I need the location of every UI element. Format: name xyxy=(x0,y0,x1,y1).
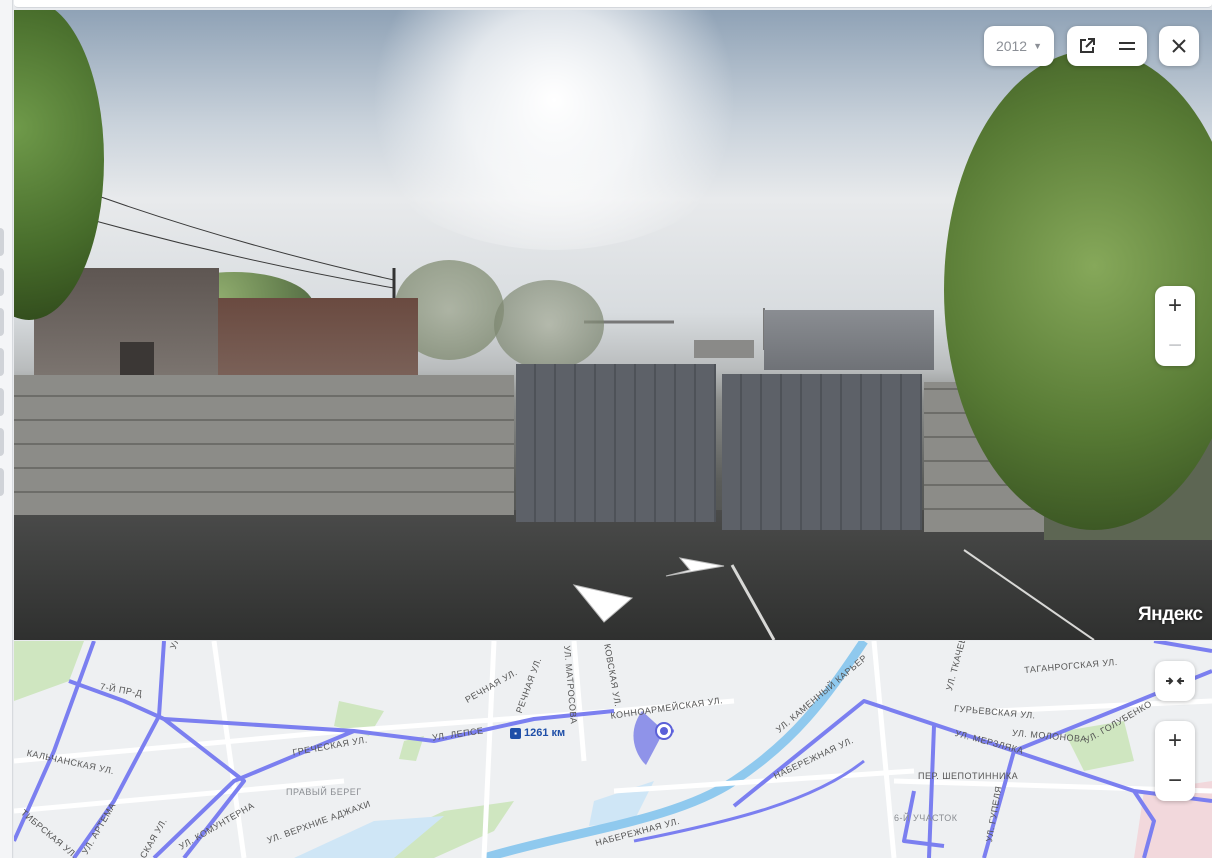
close-icon xyxy=(1172,39,1186,53)
panorama-zoom: + − xyxy=(1155,286,1195,366)
map-zoom-out-button[interactable]: − xyxy=(1155,761,1195,801)
top-panel-edge xyxy=(14,0,1212,8)
side-tab[interactable] xyxy=(0,308,4,336)
nav-arrows xyxy=(572,557,725,623)
side-tab[interactable] xyxy=(0,468,4,496)
map-zoom-in-button[interactable]: + xyxy=(1155,721,1195,761)
map-zoom: + − xyxy=(1155,721,1195,801)
street-label: пер. Шепотинника xyxy=(918,771,1019,781)
panorama-zoom-in-button[interactable]: + xyxy=(1155,286,1195,326)
side-tab[interactable] xyxy=(0,228,4,256)
distance-badge: ▪ 1261 км xyxy=(510,727,565,739)
menu-icon[interactable] xyxy=(1107,26,1147,66)
side-tab[interactable] xyxy=(0,388,4,416)
nav-arrow-forward[interactable] xyxy=(665,557,725,577)
triangle-down-icon: ▼ xyxy=(1033,41,1043,51)
mini-map[interactable]: ▪ 1261 км ул. Макара 7-й пр-д Кальчанска… xyxy=(14,641,1212,858)
nav-arrow-back[interactable] xyxy=(572,584,634,623)
side-panel-edge xyxy=(0,0,13,858)
year-value: 2012 xyxy=(995,38,1028,54)
side-tab[interactable] xyxy=(0,268,4,296)
collapse-map-button[interactable] xyxy=(1155,661,1195,701)
year-select[interactable]: 2012 ▼ xyxy=(984,26,1054,66)
yandex-logo: Яндекс xyxy=(1138,604,1203,625)
side-tab[interactable] xyxy=(0,348,4,376)
distance-value: 1261 км xyxy=(524,727,566,739)
street-panorama[interactable]: Яндекс xyxy=(14,10,1212,640)
panorama-actions xyxy=(1067,26,1147,66)
external-link-icon[interactable] xyxy=(1067,26,1107,66)
panorama-zoom-out-button[interactable]: − xyxy=(1155,326,1195,366)
train-icon: ▪ xyxy=(510,727,521,739)
collapse-arrows-icon xyxy=(1166,677,1184,685)
side-tab[interactable] xyxy=(0,428,4,456)
district-label: 6-й участок xyxy=(894,813,958,823)
close-button[interactable] xyxy=(1159,26,1199,66)
district-label: Правый Берег xyxy=(286,787,362,797)
